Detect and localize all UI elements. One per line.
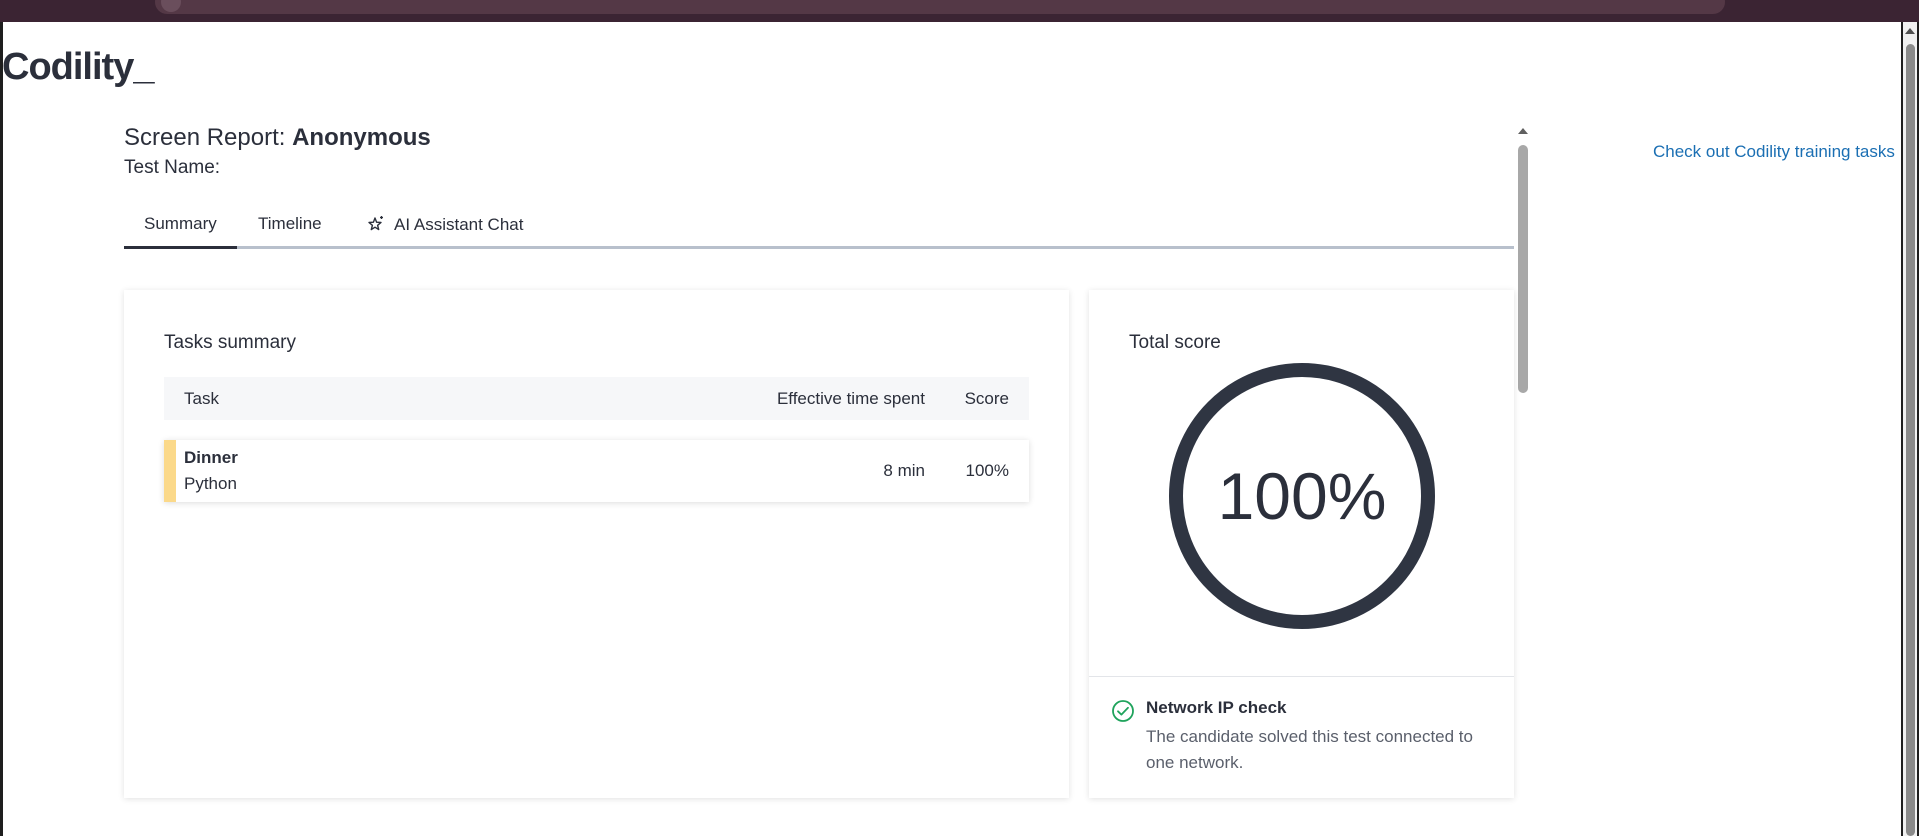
candidate-name: Anonymous [292,124,431,151]
task-accent-bar [164,440,176,502]
total-score-card: Total score 100% Network IP check The ca… [1089,290,1514,798]
address-bar[interactable] [155,0,1725,14]
page-title: Screen Report: Anonymous [124,124,431,152]
scrollbar-thumb[interactable] [1906,44,1915,836]
network-check-title: Network IP check [1146,698,1287,717]
tasks-table-header: Task Effective time spent Score [164,377,1029,420]
sparkle-star-icon [367,214,390,234]
tab-ai-assistant-chat[interactable]: AI Assistant Chat [347,206,543,249]
tab-label: AI Assistant Chat [394,215,524,234]
report-tabs: Summary Timeline AI Assistant Chat [124,206,1514,249]
table-row[interactable]: Dinner Python 8 min 100% [164,440,1029,502]
scroll-up-icon[interactable] [1518,128,1528,134]
total-score-heading: Total score [1129,332,1221,353]
total-score-value: 100% [1217,459,1387,533]
column-header-score: Score [964,389,1009,408]
site-info-icon[interactable] [161,0,181,12]
tab-label: Timeline [258,214,322,233]
tasks-summary-card: Tasks summary Task Effective time spent … [124,290,1069,798]
training-tasks-link[interactable]: Check out Codility training tasks [1653,142,1895,162]
scroll-up-icon[interactable] [1905,28,1915,34]
score-gauge: 100% [1169,363,1435,629]
column-header-time: Effective time spent [776,389,925,408]
task-time: 8 min [883,461,925,480]
tab-summary[interactable]: Summary [124,206,237,249]
column-header-task: Task [184,389,219,408]
network-check-text: The candidate solved this test connected… [1146,727,1473,772]
title-prefix: Screen Report: [124,124,286,151]
tasks-summary-heading: Tasks summary [164,332,296,353]
page-scrollbar[interactable] [1903,22,1917,836]
tab-label: Summary [144,214,217,233]
scrollbar-thumb[interactable] [1518,145,1528,393]
test-name-label: Test Name: [124,157,221,178]
task-language: Python [184,474,237,493]
window-border [0,22,3,836]
tab-timeline[interactable]: Timeline [238,206,342,249]
divider [1089,676,1514,677]
check-circle-icon [1111,699,1135,728]
task-name[interactable]: Dinner [184,448,238,468]
task-score: 100% [965,461,1009,480]
codility-logo[interactable]: Codility_ [2,46,154,89]
content-scrollbar[interactable] [1517,128,1529,836]
browser-toolbar [0,0,1919,22]
